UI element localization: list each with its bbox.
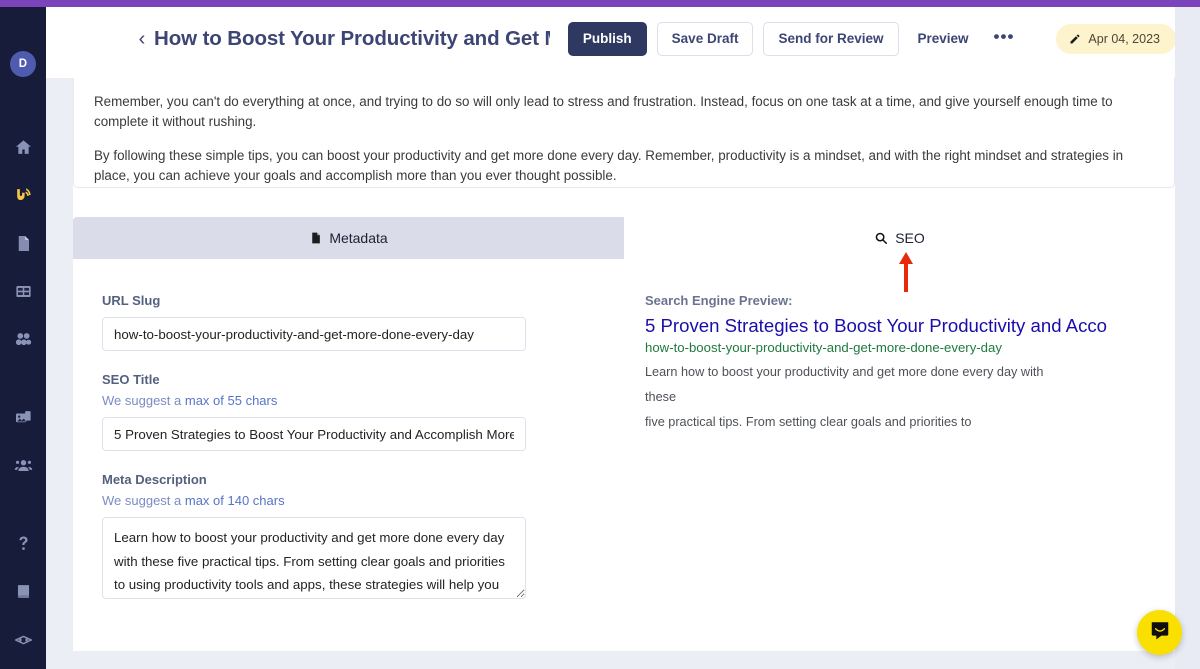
blog-icon: [14, 186, 33, 205]
sidebar-item-modules[interactable]: [0, 315, 46, 363]
sidebar-item-developers[interactable]: [0, 615, 46, 663]
file-icon: [309, 231, 322, 245]
publish-date-text: Apr 04, 2023: [1088, 32, 1160, 46]
tab-metadata-label: Metadata: [329, 230, 388, 246]
meta-description-hint: We suggest a max of 140 chars: [102, 493, 633, 508]
pages-icon: [14, 234, 33, 253]
scrollbar-gutter[interactable]: [1175, 7, 1200, 669]
sidebar-item-home[interactable]: [0, 123, 46, 171]
docs-icon: [14, 582, 33, 601]
field-meta-description: Meta Description We suggest a max of 140…: [102, 472, 633, 599]
header-actions: Publish Save Draft Send for Review Previ…: [567, 22, 1176, 56]
seo-title-hint-emphasis: max of 55 chars: [184, 393, 278, 408]
sidebar-item-pages[interactable]: [0, 219, 46, 267]
meta-description-textarea[interactable]: [102, 517, 526, 599]
modules-icon: [14, 330, 33, 349]
seo-title-hint-prefix: We suggest a: [102, 393, 185, 408]
users-icon: [14, 456, 33, 475]
sidebar-item-blog[interactable]: [0, 171, 46, 219]
search-icon: [874, 231, 888, 245]
serp-description: Learn how to boost your productivity and…: [645, 360, 1065, 436]
metadata-seo-panel: Metadata SEO URL Slug how-to-boost-your-…: [73, 217, 1175, 644]
publish-button[interactable]: Publish: [567, 22, 647, 56]
tab-seo[interactable]: SEO: [624, 217, 1175, 259]
editor-paragraph: Remember, you can't do everything at onc…: [94, 94, 1113, 130]
sidebar-item-media[interactable]: [0, 393, 46, 441]
sidebar-item-users[interactable]: [0, 441, 46, 489]
media-icon: [14, 408, 33, 427]
send-for-review-button[interactable]: Send for Review: [763, 22, 899, 56]
panel-tabs: Metadata SEO: [73, 217, 1175, 259]
seo-title-input[interactable]: [102, 417, 526, 451]
serp-preview-label: Search Engine Preview:: [645, 293, 793, 308]
seo-form: URL Slug SEO Title We suggest a max of 5…: [73, 293, 633, 620]
home-icon: [14, 138, 33, 157]
post-header: ‹ How to Boost Your Productivity and Get…: [46, 0, 1200, 78]
page-title: How to Boost Your Productivity and Get M…: [154, 27, 550, 50]
serp-description-line: five practical tips. From setting clear …: [645, 415, 972, 430]
preview-button[interactable]: Preview: [909, 22, 978, 56]
field-seo-title: SEO Title We suggest a max of 55 chars: [102, 372, 633, 451]
sidebar-nav: D: [0, 7, 46, 669]
intercom-chat-icon: [1149, 619, 1171, 646]
tab-metadata[interactable]: Metadata: [73, 217, 624, 259]
meta-description-label: Meta Description: [102, 472, 207, 487]
avatar[interactable]: D: [10, 51, 36, 77]
serp-url: how-to-boost-your-productivity-and-get-m…: [645, 339, 1002, 355]
sidebar-item-docs[interactable]: [0, 567, 46, 615]
serp-title[interactable]: 5 Proven Strategies to Boost Your Produc…: [645, 315, 1175, 338]
sidebar-item-help[interactable]: [0, 519, 46, 567]
sidebar-icon-list: [0, 123, 46, 663]
seo-title-label: SEO Title: [102, 372, 160, 387]
pencil-icon: [1069, 33, 1081, 45]
meta-description-hint-prefix: We suggest a: [102, 493, 185, 508]
tab-seo-label: SEO: [895, 230, 925, 246]
developer-icon: [13, 629, 34, 650]
editor-body[interactable]: Remember, you can't do everything at onc…: [73, 78, 1175, 188]
seo-title-hint: We suggest a max of 55 chars: [102, 393, 633, 408]
publish-date-badge[interactable]: Apr 04, 2023: [1056, 24, 1176, 54]
help-icon: [14, 534, 33, 553]
url-slug-input[interactable]: [102, 317, 526, 351]
editor-paragraph: By following these simple tips, you can …: [94, 147, 1124, 184]
more-options-icon[interactable]: •••: [988, 26, 1021, 53]
save-draft-button[interactable]: Save Draft: [656, 22, 754, 56]
tables-icon: [14, 282, 33, 301]
panel-body: URL Slug SEO Title We suggest a max of 5…: [73, 259, 1175, 620]
url-slug-label: URL Slug: [102, 293, 161, 308]
search-engine-preview: Search Engine Preview: 5 Proven Strategi…: [633, 293, 1175, 620]
top-accent-bar: [0, 0, 1200, 7]
app-root: D ‹ How to Boost Your Productivity and G…: [0, 0, 1200, 669]
back-chevron-icon[interactable]: ‹: [132, 28, 152, 50]
chat-widget-button[interactable]: [1137, 610, 1182, 655]
serp-description-line: Learn how to boost your productivity and…: [645, 364, 1044, 405]
field-url-slug: URL Slug: [102, 293, 633, 351]
sidebar-item-tables[interactable]: [0, 267, 46, 315]
meta-description-hint-emphasis: max of 140 chars: [184, 493, 285, 508]
